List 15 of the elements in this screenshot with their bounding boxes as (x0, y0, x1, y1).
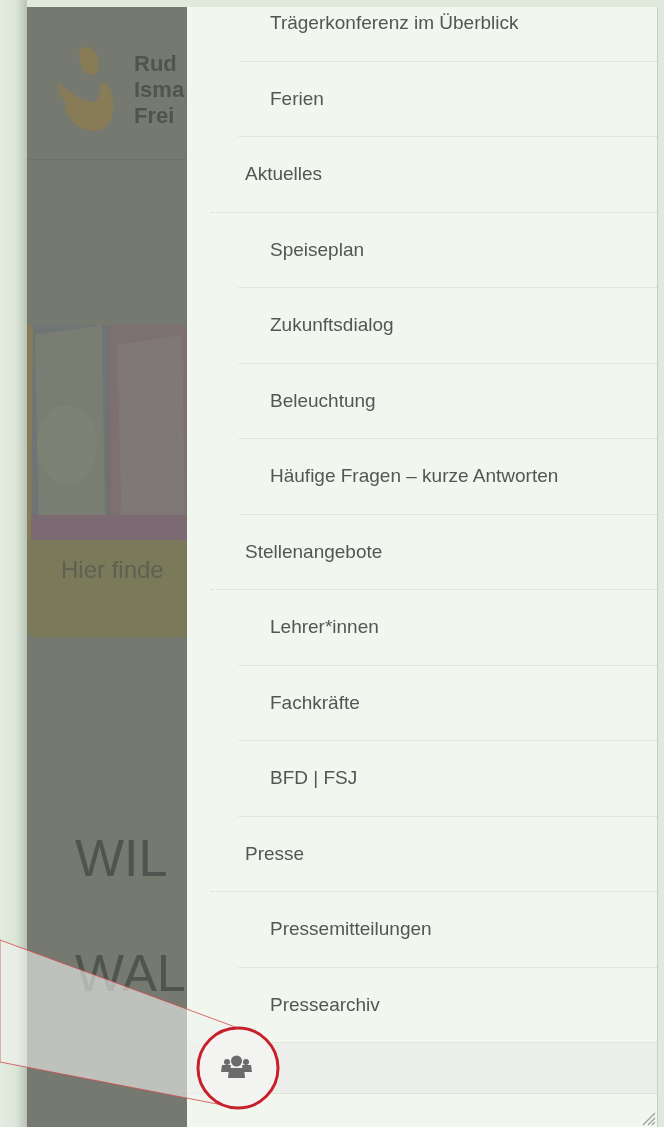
menu-item[interactable]: Aktuelles (211, 137, 657, 213)
submenu-item[interactable]: Trägerkonferenz im Überblick (238, 7, 657, 62)
group-icon[interactable] (221, 1055, 252, 1078)
submenu-item[interactable]: Pressemitteilungen (238, 892, 657, 968)
submenu-item[interactable]: Lehrer*innen (238, 590, 657, 666)
menu-item[interactable]: Presse (211, 816, 657, 892)
submenu-item[interactable]: Speiseplan (238, 212, 657, 288)
submenu-item[interactable]: Häufige Fragen – kurze Antworten (238, 439, 657, 515)
submenu-item[interactable]: Fachkräfte (238, 665, 657, 741)
submenu-item[interactable]: BFD | FSJ (238, 741, 657, 817)
submenu-item[interactable]: Ferien (238, 61, 657, 137)
resize-handle-icon[interactable] (640, 1110, 656, 1126)
menu-item[interactable]: Stellenangebote (211, 514, 657, 590)
submenu-item[interactable]: Zukunftsdialog (238, 288, 657, 364)
submenu-item[interactable]: Beleuchtung (238, 363, 657, 439)
